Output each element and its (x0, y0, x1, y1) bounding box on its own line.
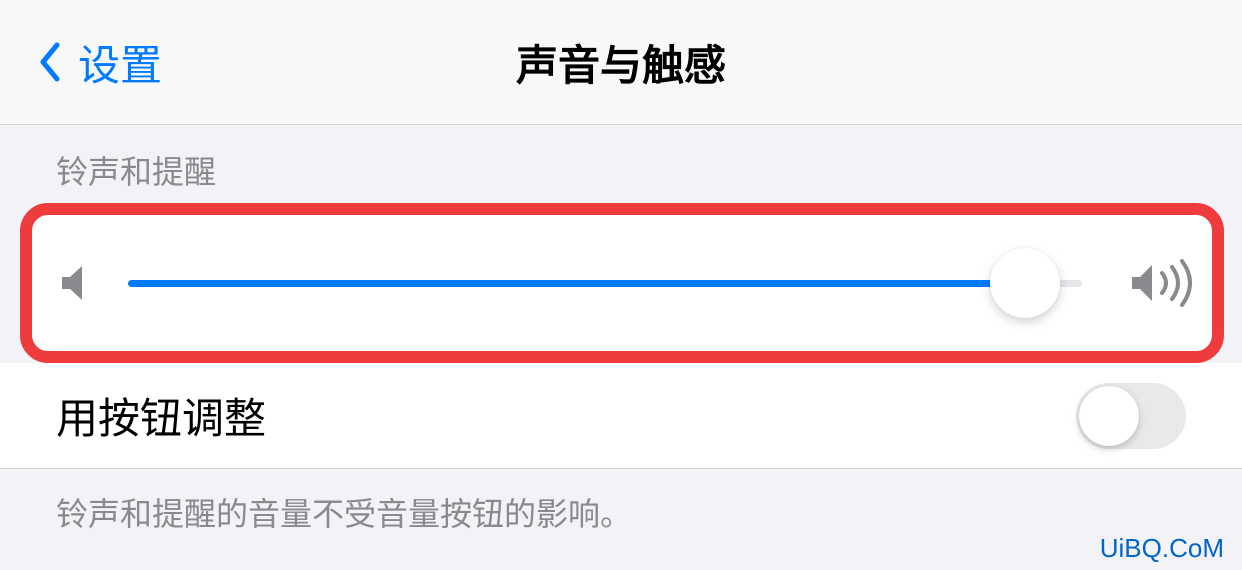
footer-description: 铃声和提醒的音量不受音量按钮的影响。 (0, 469, 1242, 555)
toggle-row-adjust-with-buttons: 用按钮调整 (0, 363, 1242, 469)
page-title: 声音与触感 (0, 32, 1242, 93)
volume-slider-row-highlighted (20, 203, 1224, 363)
speaker-low-icon (60, 263, 90, 303)
speaker-high-icon (1130, 259, 1194, 307)
slider-track-filled (128, 280, 1025, 287)
toggle-switch[interactable] (1076, 383, 1186, 449)
back-label: 设置 (78, 32, 162, 93)
section-header: 铃声和提醒 (0, 125, 1242, 203)
toggle-knob (1079, 386, 1139, 446)
slider-thumb[interactable] (990, 248, 1060, 318)
volume-slider[interactable] (128, 248, 1082, 318)
watermark: UiBQ.CoM (1100, 533, 1224, 564)
nav-header: 设置 声音与触感 (0, 0, 1242, 125)
chevron-back-icon (38, 42, 60, 82)
back-button[interactable]: 设置 (38, 32, 162, 93)
toggle-label: 用按钮调整 (56, 385, 266, 446)
